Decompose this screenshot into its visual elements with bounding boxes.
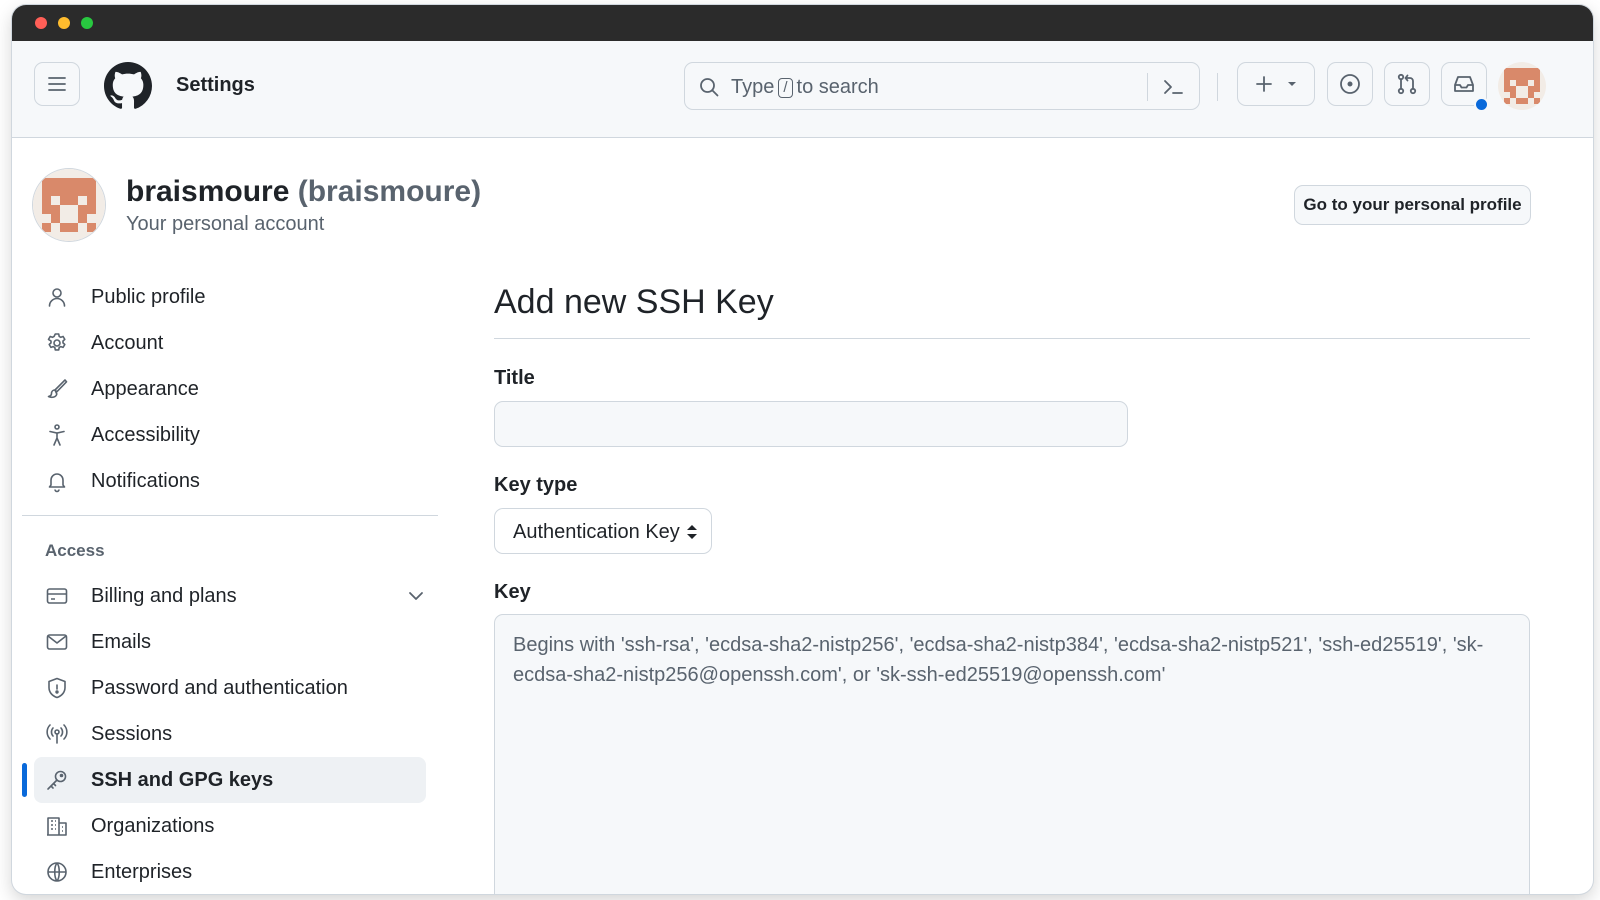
sidebar-item-account[interactable]: Account <box>34 320 426 366</box>
go-to-profile-button[interactable]: Go to your personal profile <box>1294 185 1531 225</box>
mail-icon <box>46 634 68 650</box>
sidebar-item-label: Billing and plans <box>91 585 237 607</box>
key-type-label: Key type <box>494 474 578 496</box>
sidebar-item-organizations[interactable]: Organizations <box>34 803 426 849</box>
paintbrush-icon <box>47 379 68 399</box>
open-menu-button[interactable] <box>34 62 80 106</box>
sidebar-item-billing[interactable]: Billing and plans <box>34 573 426 619</box>
page-title: Add new SSH Key <box>494 283 774 321</box>
sidebar-item-label: Account <box>91 332 164 354</box>
sidebar-item-public-profile[interactable]: Public profile <box>34 274 426 320</box>
avatar <box>1498 62 1546 110</box>
bell-icon <box>48 473 66 493</box>
pull-requests-button[interactable] <box>1384 62 1430 106</box>
minimize-window-button[interactable] <box>58 17 70 29</box>
search-shortcut-key: / <box>778 77 793 98</box>
search-input[interactable]: Type / to search <box>684 62 1200 110</box>
display-name: braismoure <box>126 175 290 208</box>
create-new-button[interactable] <box>1237 62 1315 106</box>
sidebar-item-notifications[interactable]: Notifications <box>34 458 426 504</box>
globe-icon <box>47 862 67 882</box>
login-name: (braismoure) <box>297 175 482 208</box>
key-field-label: Key <box>494 581 531 603</box>
page-context-title[interactable]: Settings <box>176 74 255 97</box>
shield-icon <box>48 677 66 699</box>
search-placeholder-prefix: Type <box>731 76 775 98</box>
sidebar-item-appearance[interactable]: Appearance <box>34 366 426 412</box>
account-name[interactable]: braismoure (braismoure) <box>126 175 481 209</box>
sidebar-item-sessions[interactable]: Sessions <box>34 711 426 757</box>
accessibility-icon <box>49 424 65 446</box>
key-placeholder: Begins with 'ssh-rsa', 'ecdsa-sha2-nistp… <box>513 634 1484 686</box>
close-window-button[interactable] <box>35 17 47 29</box>
search-placeholder: Type / to search <box>731 76 879 99</box>
sidebar-item-label: Sessions <box>91 723 173 745</box>
triangle-down-icon <box>1288 82 1296 86</box>
plus-icon <box>1256 76 1272 92</box>
active-item-indicator <box>22 763 27 797</box>
sidebar-item-password[interactable]: Password and authentication <box>34 665 426 711</box>
select-arrows-icon <box>687 525 697 539</box>
user-avatar-menu[interactable] <box>1498 62 1546 110</box>
title-input[interactable] <box>494 401 1128 447</box>
sidebar-item-label: Appearance <box>91 378 199 400</box>
notification-indicator <box>1474 97 1489 112</box>
window-titlebar <box>12 5 1593 41</box>
sidebar-section-heading: Access <box>45 541 105 560</box>
sidebar-item-label: Password and authentication <box>91 677 348 699</box>
account-subtitle: Your personal account <box>126 213 325 235</box>
search-placeholder-suffix: to search <box>796 76 879 98</box>
sidebar-item-ssh-gpg-keys[interactable]: SSH and GPG keys <box>34 757 426 803</box>
key-type-selected-value: Authentication Key <box>513 521 680 543</box>
hamburger-icon <box>48 77 66 91</box>
person-icon <box>48 288 66 307</box>
issue-opened-icon <box>1340 74 1360 94</box>
browser-window: Settings Type / to search braismoure (br… <box>12 5 1593 894</box>
broadcast-icon <box>46 724 68 744</box>
sidebar-item-label: Public profile <box>91 286 206 308</box>
sidebar-item-label: Accessibility <box>91 424 200 446</box>
title-field-label: Title <box>494 367 535 389</box>
search-divider <box>1147 73 1148 101</box>
inbox-icon <box>1454 76 1474 92</box>
credit-card-icon <box>46 588 68 604</box>
git-pull-request-icon <box>1397 73 1417 95</box>
header-divider <box>1217 73 1218 101</box>
search-icon <box>700 78 719 97</box>
sidebar-item-label: Emails <box>91 631 152 653</box>
sidebar-divider <box>22 515 438 516</box>
avatar <box>33 169 105 241</box>
maximize-window-button[interactable] <box>81 17 93 29</box>
chevron-down-icon[interactable] <box>404 584 428 608</box>
sidebar-item-label: Enterprises <box>91 861 193 883</box>
issues-button[interactable] <box>1327 62 1373 106</box>
sidebar-item-label: SSH and GPG keys <box>91 769 274 791</box>
key-icon <box>47 770 67 790</box>
key-type-select[interactable]: Authentication Key <box>494 508 712 554</box>
github-logo-icon[interactable] <box>104 62 152 110</box>
sidebar-item-emails[interactable]: Emails <box>34 619 426 665</box>
sidebar-item-label: Organizations <box>91 815 215 837</box>
sidebar-item-enterprises[interactable]: Enterprises <box>34 849 426 894</box>
app-header: Settings Type / to search <box>12 41 1593 138</box>
profile-avatar <box>33 169 105 241</box>
command-palette-icon[interactable] <box>1159 73 1187 101</box>
title-divider <box>494 338 1530 339</box>
organization-icon <box>47 817 67 836</box>
key-textarea[interactable]: Begins with 'ssh-rsa', 'ecdsa-sha2-nistp… <box>494 614 1530 894</box>
sidebar-item-accessibility[interactable]: Accessibility <box>34 412 426 458</box>
sidebar-item-label: Notifications <box>91 470 200 492</box>
gear-icon <box>47 333 66 351</box>
